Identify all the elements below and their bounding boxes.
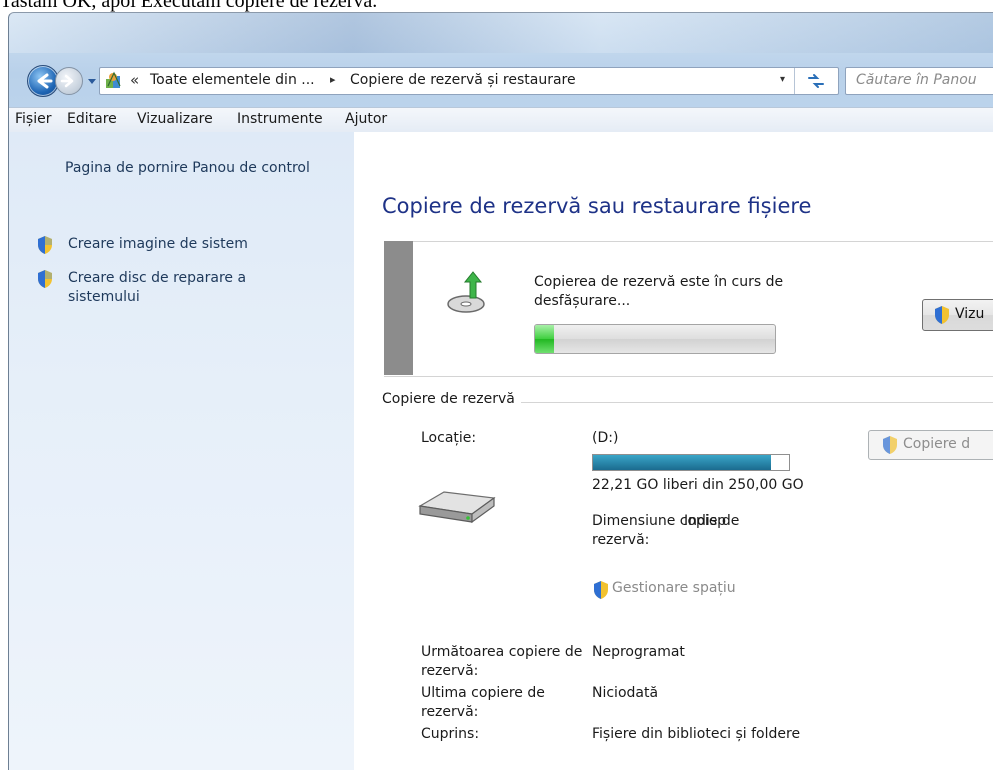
location-label: Locație: xyxy=(421,430,477,446)
backup-in-progress-icon xyxy=(447,271,485,313)
menu-edit[interactable]: Editare xyxy=(67,111,117,127)
backup-status-text: Copierea de rezervă este în curs de desf… xyxy=(534,274,784,309)
main-content: Copiere de rezervă sau restaurare fișier… xyxy=(354,132,993,770)
menu-tools[interactable]: Instrumente xyxy=(237,111,323,127)
navigation-bar: « Toate elementele din ... ▸ Copiere de … xyxy=(9,63,993,99)
address-bar[interactable]: « Toate elementele din ... ▸ Copiere de … xyxy=(99,67,839,95)
create-system-image-link[interactable]: Creare imagine de sistem xyxy=(36,235,308,254)
uac-shield-icon xyxy=(38,270,52,288)
uac-shield-icon xyxy=(935,306,949,324)
breadcrumb-separator-icon[interactable]: ▸ xyxy=(330,73,336,86)
control-panel-home-link[interactable]: Pagina de pornire Panou de control xyxy=(65,159,325,178)
disk-usage-fill xyxy=(593,455,772,470)
contents-label: Cuprins: xyxy=(421,726,480,742)
view-details-label: Vizu xyxy=(955,306,985,322)
create-repair-disc-link[interactable]: Creare disc de reparare a sistemului xyxy=(36,269,308,307)
breadcrumb-all-items[interactable]: Toate elementele din ... xyxy=(150,72,315,88)
task-label: Creare disc de reparare a sistemului xyxy=(68,270,247,305)
uac-shield-icon xyxy=(883,436,897,454)
hard-drive-icon xyxy=(418,491,496,524)
next-backup-label: Următoarea copiere de rezervă: xyxy=(421,644,583,679)
page-title: Copiere de rezervă sau restaurare fișier… xyxy=(382,194,812,218)
breadcrumb-backup-restore[interactable]: Copiere de rezervă și restaurare xyxy=(350,72,576,88)
search-input[interactable]: Căutare în Panou xyxy=(845,67,993,95)
disk-usage-bar xyxy=(592,454,790,471)
document-caption: Tastam OK, apoi Executam copiere de reze… xyxy=(0,0,378,12)
task-pane: Pagina de pornire Panou de control Crear… xyxy=(9,132,354,770)
forward-arrow-icon xyxy=(60,74,74,88)
backup-now-label: Copiere d xyxy=(903,436,971,452)
address-overflow-chevron[interactable]: « xyxy=(130,71,139,89)
progress-fill xyxy=(535,325,555,353)
backup-size-value: Indisp xyxy=(684,513,726,529)
uac-shield-icon xyxy=(38,236,52,254)
history-dropdown-icon[interactable] xyxy=(87,76,97,86)
refresh-button[interactable] xyxy=(794,68,837,94)
backup-section-heading: Copiere de rezervă xyxy=(382,391,521,407)
task-label: Creare imagine de sistem xyxy=(68,236,248,252)
next-backup-value: Neprogramat xyxy=(592,644,685,660)
back-arrow-icon xyxy=(37,73,53,89)
location-value: (D:) xyxy=(592,430,619,446)
uac-shield-icon xyxy=(594,581,608,599)
manage-space-link[interactable]: Gestionare spațiu xyxy=(592,580,736,599)
menu-bar: Fișier Editare Vizualizare Instrumente A… xyxy=(9,107,993,133)
contents-value: Fișiere din biblioteci și foldere xyxy=(592,726,801,742)
disk-free-text: 22,21 GO liberi din 250,00 GO xyxy=(592,477,804,493)
address-dropdown-icon[interactable]: ▾ xyxy=(780,74,785,85)
manage-space-label: Gestionare spațiu xyxy=(612,580,736,596)
last-backup-label: Ultima copiere de rezervă: xyxy=(421,685,545,720)
view-details-button[interactable]: Vizu xyxy=(922,299,993,331)
title-bar[interactable] xyxy=(9,13,993,53)
backup-now-button[interactable]: Copiere d xyxy=(868,430,993,460)
last-backup-value: Niciodată xyxy=(592,685,659,701)
menu-help[interactable]: Ajutor xyxy=(345,111,387,127)
control-panel-icon xyxy=(106,71,121,88)
menu-view[interactable]: Vizualizare xyxy=(137,111,213,127)
forward-button[interactable] xyxy=(55,67,83,95)
menu-file[interactable]: Fișier xyxy=(15,111,51,127)
backup-progress-bar xyxy=(534,324,776,354)
explorer-window: « Toate elementele din ... ▸ Copiere de … xyxy=(8,12,993,770)
search-placeholder: Căutare în Panou xyxy=(856,72,977,88)
status-accent-bar xyxy=(384,241,413,375)
refresh-icon xyxy=(808,74,824,88)
